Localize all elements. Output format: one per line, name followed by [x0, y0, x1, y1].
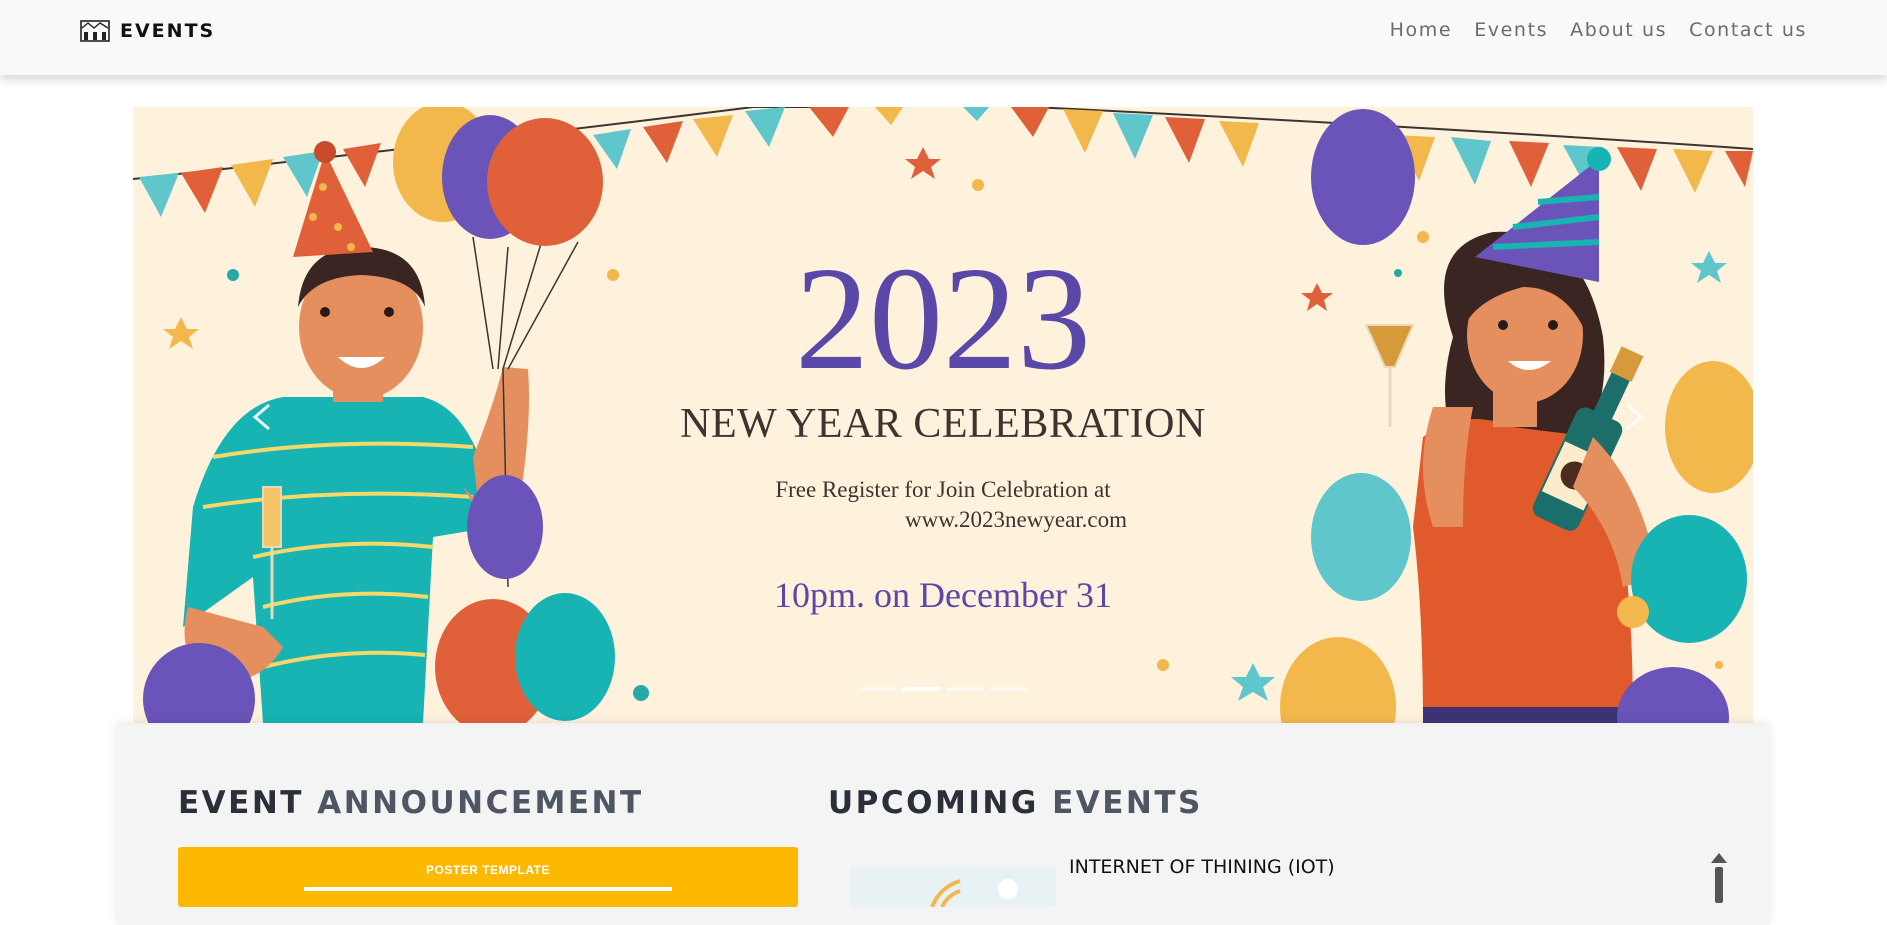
carousel-indicator[interactable]	[946, 687, 984, 691]
announcement-heading: EVENT ANNOUNCEMENT	[178, 785, 644, 821]
hero-title: NEW YEAR CELEBRATION	[680, 401, 1206, 447]
navbar: EVENTS Home Events About us Contact us	[0, 0, 1887, 75]
nav-about[interactable]: About us	[1570, 19, 1667, 41]
event-name[interactable]: INTERNET OF THINING (IOT)	[1069, 856, 1335, 878]
brand-name: EVENTS	[120, 20, 216, 42]
nav-home[interactable]: Home	[1390, 19, 1453, 41]
announcement-heading-strong: EVENT	[178, 785, 304, 821]
wifi-icon	[930, 879, 1018, 907]
hero-subtitle-line2: www.2023newyear.com	[904, 507, 1128, 532]
upcoming-heading: UPCOMING EVENTS	[828, 785, 1203, 821]
poster-template[interactable]: POSTER TEMPLATE	[178, 847, 798, 907]
carousel-indicator-active[interactable]	[902, 687, 940, 691]
chevron-left-icon	[252, 403, 270, 431]
arrow-up-icon	[1711, 853, 1727, 903]
announcement-heading-light: ANNOUNCEMENT	[317, 785, 644, 821]
building-icon	[80, 20, 110, 42]
carousel-indicators	[858, 687, 1028, 691]
hero-date: 10pm. on December 31	[774, 575, 1112, 615]
chevron-right-icon	[1626, 403, 1644, 431]
carousel-prev-button[interactable]	[243, 397, 283, 437]
hero-year: 2023	[795, 237, 1091, 401]
nav-links: Home Events About us Contact us	[1390, 19, 1807, 41]
poster-label: POSTER TEMPLATE	[426, 863, 550, 877]
brand-link[interactable]: EVENTS	[80, 18, 215, 44]
carousel-next-button[interactable]	[1613, 397, 1653, 437]
hero-carousel: 2023 NEW YEAR CELEBRATION Free Register …	[133, 107, 1753, 723]
hero-subtitle-line1: Free Register for Join Celebration at	[775, 477, 1111, 502]
carousel-indicator[interactable]	[858, 687, 896, 691]
upcoming-heading-light: EVENTS	[1052, 785, 1203, 821]
nav-contact[interactable]: Contact us	[1689, 19, 1807, 41]
upcoming-heading-strong: UPCOMING	[828, 785, 1039, 821]
poster-divider	[304, 887, 672, 891]
event-thumbnail[interactable]	[850, 867, 1056, 907]
nav-events[interactable]: Events	[1474, 19, 1548, 41]
carousel-indicator[interactable]	[990, 687, 1028, 691]
scroll-up-button[interactable]	[1711, 853, 1727, 903]
content-card: EVENT ANNOUNCEMENT POSTER TEMPLATE UPCOM…	[117, 725, 1769, 925]
